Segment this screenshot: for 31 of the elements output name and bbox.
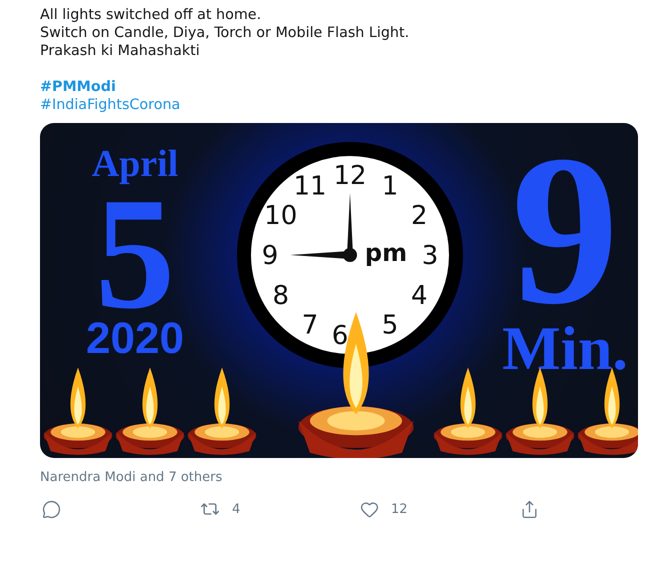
retweet-button[interactable]: 4 — [200, 499, 360, 519]
clock-number: 8 — [272, 281, 289, 311]
clock-number: 2 — [411, 201, 428, 231]
tweet-text-line: All lights switched off at home. — [40, 6, 262, 24]
clock-number: 11 — [293, 172, 327, 202]
hashtag-link[interactable]: #IndiaFightsCorona — [40, 96, 638, 114]
date-day: 5 — [95, 189, 175, 317]
clock-number: 3 — [422, 241, 438, 271]
clock-number: 12 — [333, 161, 367, 191]
clock-number: 6 — [332, 321, 348, 351]
like-button[interactable]: 12 — [360, 499, 520, 519]
hashtag-link[interactable]: #PMModi — [40, 78, 638, 96]
clock-number: 5 — [382, 310, 398, 340]
minutes-label: Min. — [502, 321, 628, 377]
clock-number: 1 — [382, 172, 398, 202]
share-icon — [520, 500, 539, 518]
tweet-text-line: Switch on Candle, Diya, Torch or Mobile Flash Light. — [40, 24, 410, 42]
action-count: 4 — [232, 502, 240, 516]
action-count: 12 — [391, 502, 408, 516]
minutes-number: 9 — [511, 145, 619, 315]
clock-number: 4 — [411, 281, 428, 311]
tweet-text-line: Prakash ki Mahashakti — [40, 42, 201, 60]
heart-icon — [360, 500, 379, 518]
clock-number: 9 — [262, 241, 278, 271]
reply-icon — [42, 500, 61, 518]
clock-number: 10 — [264, 201, 298, 231]
liked-by-text: Narendra Modi and 7 others — [40, 470, 224, 485]
clock-number: 7 — [302, 310, 318, 340]
clock-period: pm — [364, 239, 408, 267]
date-year: 2020 — [86, 317, 184, 361]
date-month: April — [92, 145, 178, 183]
